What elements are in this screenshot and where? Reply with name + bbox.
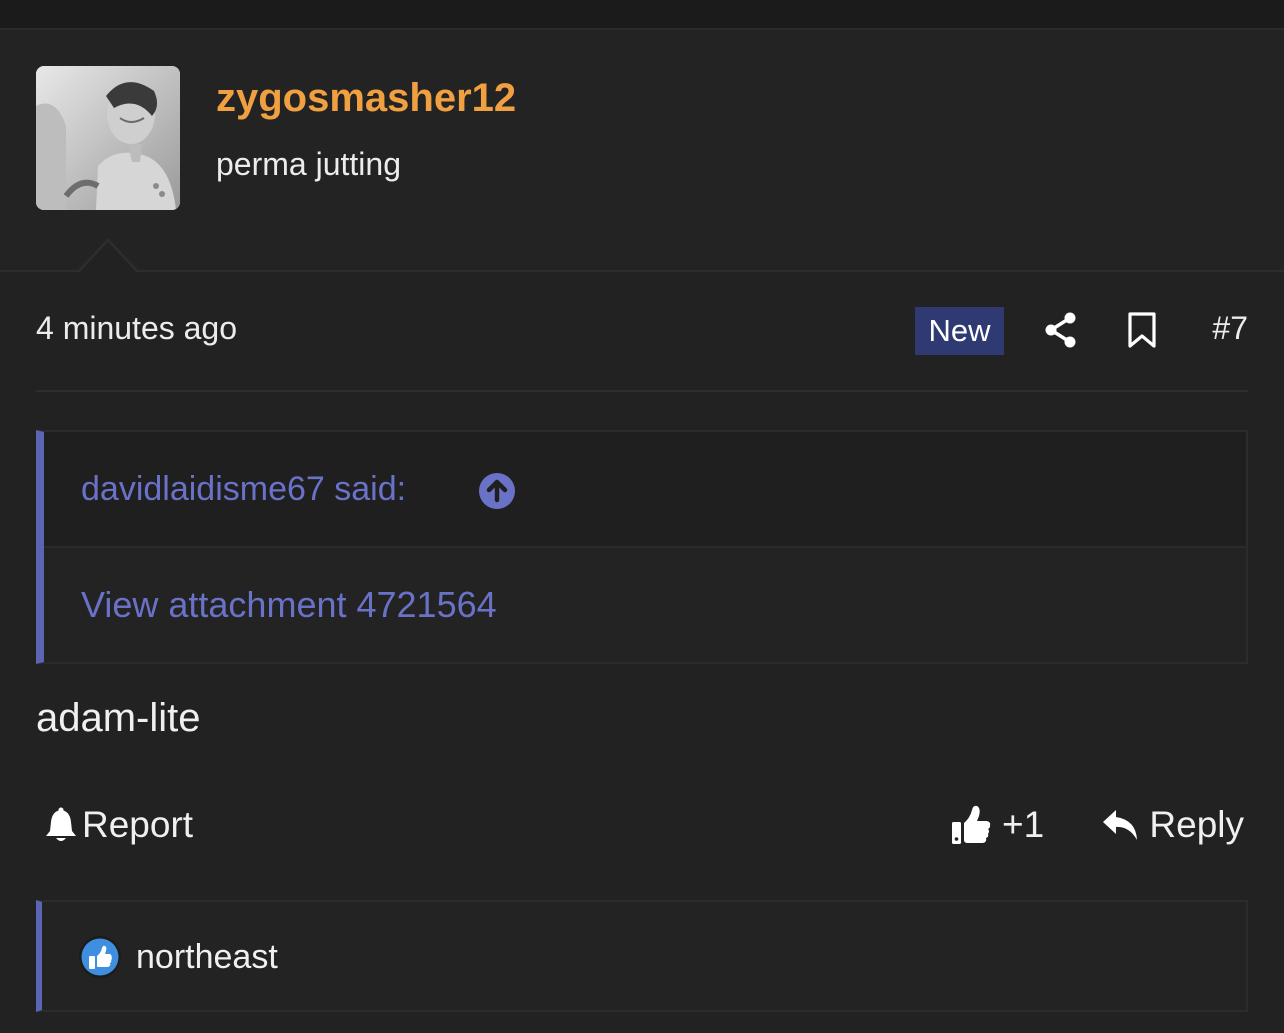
- quote-block: davidlaidisme67 said: View attachment 47…: [36, 430, 1248, 664]
- like-count: +1: [1002, 804, 1045, 845]
- reply-arrow-icon: [1103, 810, 1138, 840]
- avatar-photo: [36, 66, 180, 210]
- quote-header: davidlaidisme67 said:: [44, 432, 1246, 548]
- post-body: adam-lite: [36, 696, 201, 740]
- avatar[interactable]: [36, 66, 180, 210]
- reply-label: Reply: [1149, 804, 1244, 845]
- header-caret-fill: [79, 242, 137, 273]
- reaction-user-link[interactable]: northeast: [136, 938, 278, 977]
- report-label: Report: [82, 804, 194, 845]
- post-meta: 4 minutes ago New #7: [36, 300, 1248, 362]
- new-badge: New: [915, 307, 1004, 355]
- post-number[interactable]: #7: [1212, 310, 1248, 347]
- bookmark-icon[interactable]: [1122, 310, 1162, 350]
- like-reaction-icon: [78, 935, 122, 979]
- thumbs-up-icon: [952, 805, 991, 844]
- user-title: perma jutting: [216, 146, 401, 182]
- arrow-up-circle-icon[interactable]: [478, 472, 516, 510]
- quote-author-link[interactable]: davidlaidisme67 said:: [81, 470, 406, 509]
- username[interactable]: zygosmasher12: [216, 76, 516, 121]
- like-button[interactable]: +1: [950, 804, 1044, 846]
- attachment-link[interactable]: View attachment 4721564: [81, 584, 497, 626]
- share-icon[interactable]: [1041, 310, 1081, 350]
- post-container: zygosmasher12 perma jutting 4 minutes ag…: [0, 0, 1284, 1033]
- bell-icon: [46, 807, 76, 841]
- post-timestamp[interactable]: 4 minutes ago: [36, 310, 237, 347]
- post-actions: Report +1 Reply: [36, 800, 1248, 856]
- reactions-bar[interactable]: northeast: [36, 900, 1248, 1012]
- reply-button[interactable]: Reply: [1101, 804, 1244, 846]
- divider: [36, 390, 1248, 392]
- user-header: zygosmasher12 perma jutting: [0, 30, 1284, 272]
- previous-post-edge: [0, 0, 1284, 30]
- report-button[interactable]: Report: [44, 804, 193, 846]
